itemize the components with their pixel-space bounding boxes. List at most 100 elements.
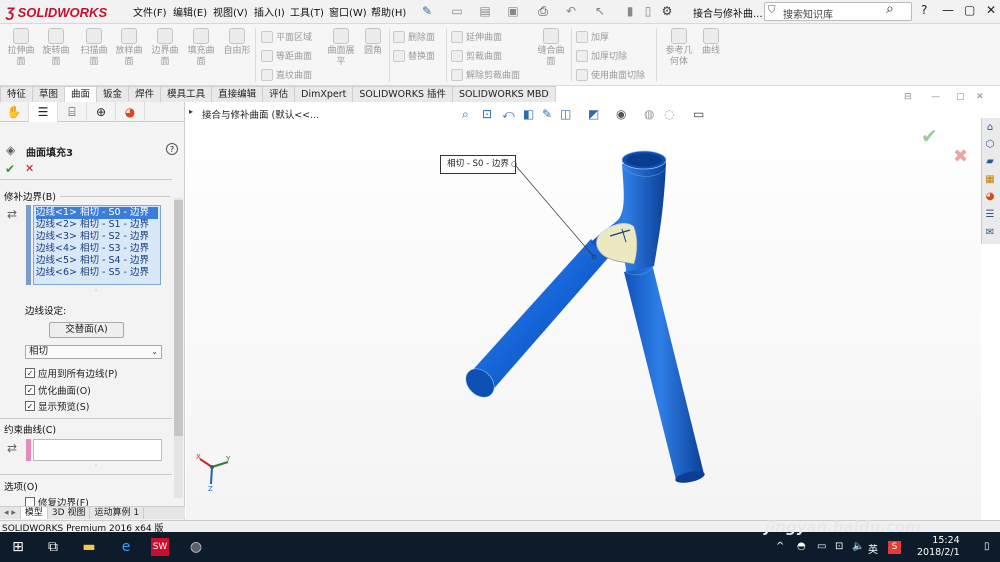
list-item[interactable]: 边线<4> 相切 - S3 - 边界 bbox=[36, 243, 158, 255]
cut-with-surface-button[interactable]: 使用曲面切除 bbox=[576, 68, 645, 81]
rebuild-icon[interactable]: ▮ bbox=[622, 3, 638, 20]
boundary-surface-button[interactable]: 边界曲面 bbox=[150, 28, 180, 68]
list-item[interactable]: 边线<5> 相切 - S4 - 边界 bbox=[36, 255, 158, 267]
notification-icon[interactable]: ▯ bbox=[984, 541, 990, 552]
tab-evaluate[interactable]: 评估 bbox=[262, 86, 296, 102]
feature-tree-tab[interactable]: ✋ bbox=[0, 102, 29, 122]
extend-surface-button[interactable]: 延伸曲面 bbox=[451, 30, 502, 43]
minimize-button[interactable]: — bbox=[942, 3, 954, 17]
select-icon[interactable]: ↖ bbox=[592, 3, 608, 20]
windows-start-icon[interactable]: ⊞ bbox=[9, 538, 27, 556]
knit-surface-button[interactable]: 缝合曲面 bbox=[536, 28, 566, 68]
freeform-button[interactable]: 自由形 bbox=[222, 28, 252, 57]
thicken-button[interactable]: 加厚 bbox=[576, 30, 609, 43]
tab-mbd[interactable]: SOLIDWORKS MBD bbox=[452, 86, 556, 102]
solidworks-taskbar-icon[interactable]: SW bbox=[151, 538, 169, 556]
forum-icon[interactable]: ✉ bbox=[983, 226, 997, 240]
tab-addins[interactable]: SOLIDWORKS 插件 bbox=[352, 86, 454, 102]
dimxpert-tab[interactable]: ⊕ bbox=[87, 102, 116, 122]
new-file-icon[interactable]: ▭ bbox=[449, 3, 465, 20]
pin-icon[interactable]: ✎ bbox=[419, 3, 435, 20]
help-icon[interactable]: ? bbox=[166, 143, 178, 155]
resize-handle[interactable]: ◦ bbox=[94, 287, 98, 295]
edge-selection-list[interactable]: 边线<1> 相切 - S0 - 边界 边线<2> 相切 - S1 - 边界 边线… bbox=[33, 205, 161, 285]
menu-view[interactable]: 视图(V) bbox=[213, 4, 248, 19]
scrollbar-thumb[interactable] bbox=[174, 200, 183, 436]
design-library-icon[interactable]: ⬡ bbox=[983, 138, 997, 152]
tab-sheet-metal[interactable]: 钣金 bbox=[96, 86, 130, 102]
custom-properties-icon[interactable]: ☰ bbox=[983, 208, 997, 222]
ruled-surface-button[interactable]: 直纹曲面 bbox=[261, 68, 312, 81]
home-icon[interactable]: ⌂ bbox=[983, 121, 997, 135]
list-item[interactable]: 边线<6> 相切 - S5 - 边界 bbox=[36, 267, 158, 279]
tray-chevron-icon[interactable]: ^ bbox=[776, 541, 784, 552]
menu-file[interactable]: 文件(F) bbox=[133, 4, 167, 19]
help-button[interactable]: ? bbox=[921, 3, 927, 17]
menu-help[interactable]: 帮助(H) bbox=[371, 4, 406, 19]
graphics-area[interactable]: ▸ 接合与修补曲面 (默认<<... ⌕ ⊡ ⤺ ◧ ✎ ◫ ◩ ◉ ◍ ◌ ▭… bbox=[186, 92, 984, 520]
constraint-curves-list[interactable] bbox=[33, 439, 162, 461]
open-file-icon[interactable]: ▤ bbox=[477, 3, 493, 20]
swept-surface-button[interactable]: 扫描曲面 bbox=[79, 28, 109, 68]
menu-insert[interactable]: 插入(I) bbox=[254, 4, 285, 19]
list-item[interactable]: 边线<3> 相切 - S2 - 边界 bbox=[36, 231, 158, 243]
property-manager-tab[interactable]: ☰ bbox=[29, 102, 58, 122]
undo-icon[interactable]: ↶ bbox=[563, 3, 579, 20]
optimize-surface-checkbox[interactable]: ✓ 优化曲面(O) bbox=[25, 383, 91, 397]
tab-direct-editing[interactable]: 直接编辑 bbox=[211, 86, 264, 102]
folder-icon[interactable]: ▰ bbox=[983, 155, 997, 169]
file-explorer-icon[interactable]: ▬ bbox=[80, 538, 98, 556]
battery-icon[interactable]: ▭ bbox=[817, 541, 826, 552]
file-properties-icon[interactable]: ▯ bbox=[640, 3, 656, 20]
trim-surface-button[interactable]: 剪裁曲面 bbox=[451, 49, 502, 62]
search-icon[interactable]: ⌕ bbox=[886, 1, 894, 17]
view-palette-icon[interactable]: ▦ bbox=[983, 173, 997, 187]
options-header[interactable]: 选项(O) bbox=[4, 479, 38, 493]
system-clock[interactable]: 15:24 2018/2/1 bbox=[917, 535, 960, 559]
lofted-surface-button[interactable]: 放样曲面 bbox=[114, 28, 144, 68]
menu-tools[interactable]: 工具(T) bbox=[290, 4, 324, 19]
reference-geometry-button[interactable]: 参考几何体 bbox=[662, 28, 696, 68]
network-icon[interactable]: ⊡ bbox=[835, 541, 843, 552]
save-icon[interactable]: ▣ bbox=[505, 3, 521, 20]
search-input[interactable]: 搜索知识库 bbox=[783, 6, 833, 21]
close-button[interactable]: ✕ bbox=[986, 3, 996, 17]
ok-button[interactable]: ✔ bbox=[5, 162, 15, 176]
tab-features[interactable]: 特征 bbox=[0, 86, 34, 102]
sogou-icon[interactable]: S bbox=[888, 541, 901, 554]
apply-all-edges-checkbox[interactable]: ✓ 应用到所有边线(P) bbox=[25, 366, 118, 380]
patch-boundary-header[interactable]: 修补边界(B) bbox=[4, 189, 56, 203]
cancel-button[interactable]: ✕ bbox=[25, 162, 34, 175]
planar-surface-button[interactable]: 平面区域 bbox=[261, 30, 312, 43]
alternate-face-button[interactable]: 交替面(A) bbox=[49, 322, 124, 338]
tab-surfaces[interactable]: 曲面 bbox=[64, 86, 98, 102]
revolved-surface-button[interactable]: 旋转曲面 bbox=[41, 28, 71, 68]
constraint-curves-header[interactable]: 约束曲线(C) bbox=[4, 422, 56, 436]
tab-model[interactable]: 模型 bbox=[20, 507, 48, 519]
print-icon[interactable]: ⎙ bbox=[535, 3, 551, 20]
extruded-surface-button[interactable]: 拉伸曲面 bbox=[6, 28, 36, 68]
tab-dimxpert[interactable]: DimXpert bbox=[294, 86, 354, 102]
edge-browser-icon[interactable]: e bbox=[117, 538, 135, 556]
solidworks-logo[interactable]: Ʒ SOLIDWORKS bbox=[6, 3, 107, 21]
menu-window[interactable]: 窗口(W) bbox=[329, 4, 367, 19]
ime-indicator[interactable]: 英 bbox=[868, 541, 878, 556]
replace-face-button[interactable]: 替换面 bbox=[393, 49, 435, 62]
left-tube[interactable] bbox=[460, 239, 608, 403]
filled-surface-button[interactable]: 填充曲面 bbox=[186, 28, 216, 68]
display-manager-tab[interactable]: ◕ bbox=[116, 102, 145, 122]
curvature-control-select[interactable]: 相切 ⌄ bbox=[25, 345, 162, 359]
selection-callout[interactable]: 相切 - S0 - 边界 bbox=[440, 155, 516, 174]
surface-flatten-button[interactable]: 曲面展平 bbox=[326, 28, 356, 68]
tab-3d-views[interactable]: 3D 视图 bbox=[48, 507, 91, 519]
tab-sketch[interactable]: 草图 bbox=[32, 86, 66, 102]
app-icon[interactable]: ◍ bbox=[187, 538, 205, 556]
viewport-close-icon[interactable]: ✕ bbox=[976, 92, 984, 102]
curves-button[interactable]: 曲线 bbox=[696, 28, 726, 57]
viewport-tile-icon[interactable]: ⊟ bbox=[904, 92, 912, 102]
gear-icon[interactable]: ⚙ bbox=[659, 3, 675, 20]
viewport-restore-icon[interactable]: ▢ bbox=[956, 92, 965, 102]
viewport-minimize-icon[interactable]: — bbox=[931, 92, 940, 102]
untrim-surface-button[interactable]: 解除剪裁曲面 bbox=[451, 68, 520, 81]
volume-icon[interactable]: 🔈 bbox=[852, 541, 864, 552]
